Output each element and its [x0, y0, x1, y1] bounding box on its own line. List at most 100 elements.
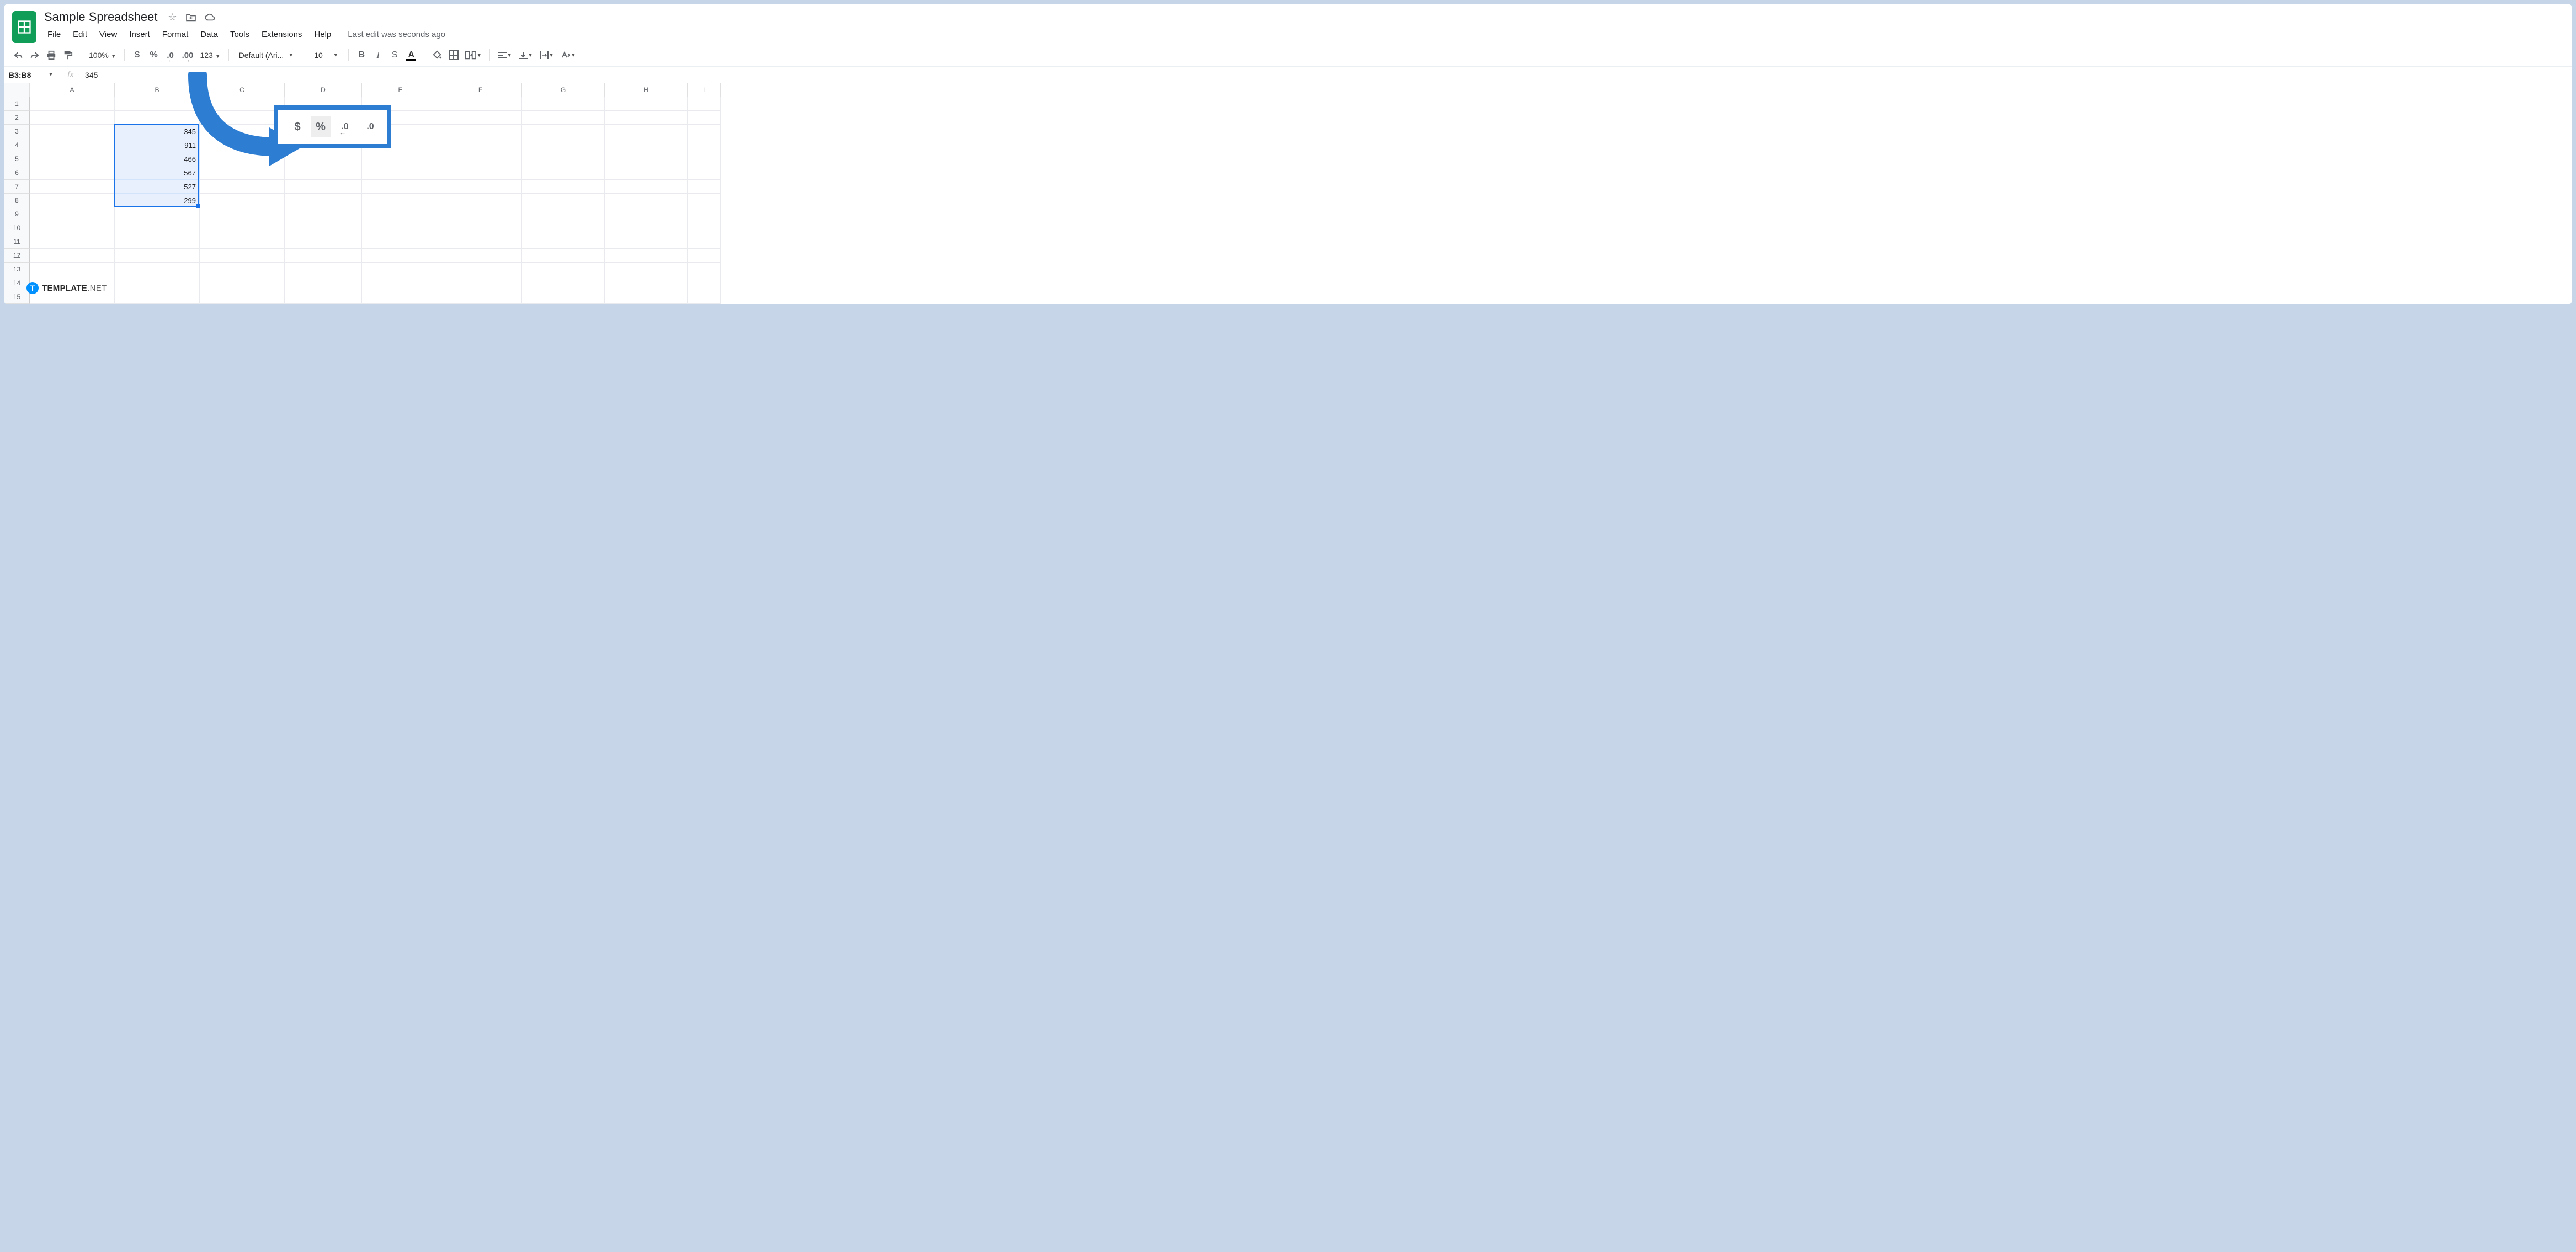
- cell-A6[interactable]: [30, 166, 115, 180]
- name-box[interactable]: B3:B8 ▼: [4, 67, 58, 83]
- cell-F13[interactable]: [439, 263, 522, 276]
- cell-E8[interactable]: [362, 194, 439, 207]
- cell-G5[interactable]: [522, 152, 605, 166]
- cell-D10[interactable]: [285, 221, 362, 235]
- column-header-I[interactable]: I: [688, 83, 721, 97]
- cell-F8[interactable]: [439, 194, 522, 207]
- cell-C9[interactable]: [200, 207, 285, 221]
- zoom-dropdown[interactable]: 100% ▼: [87, 51, 119, 60]
- column-header-H[interactable]: H: [605, 83, 688, 97]
- cell-H10[interactable]: [605, 221, 688, 235]
- row-header-4[interactable]: 4: [4, 138, 30, 152]
- cell-B9[interactable]: [115, 207, 200, 221]
- undo-button[interactable]: [11, 47, 25, 63]
- text-color-button[interactable]: A: [404, 47, 418, 63]
- cell-H2[interactable]: [605, 111, 688, 125]
- cell-H9[interactable]: [605, 207, 688, 221]
- cell-E9[interactable]: [362, 207, 439, 221]
- cell-H4[interactable]: [605, 138, 688, 152]
- cell-F14[interactable]: [439, 276, 522, 290]
- move-folder-icon[interactable]: [185, 11, 197, 23]
- cell-G10[interactable]: [522, 221, 605, 235]
- cell-E13[interactable]: [362, 263, 439, 276]
- cell-A5[interactable]: [30, 152, 115, 166]
- cell-H14[interactable]: [605, 276, 688, 290]
- cell-E12[interactable]: [362, 249, 439, 263]
- cell-F7[interactable]: [439, 180, 522, 194]
- star-icon[interactable]: ☆: [166, 11, 178, 23]
- menu-edit[interactable]: Edit: [67, 28, 93, 41]
- cell-C1[interactable]: [200, 97, 285, 111]
- cell-A8[interactable]: [30, 194, 115, 207]
- cell-A9[interactable]: [30, 207, 115, 221]
- menu-format[interactable]: Format: [157, 28, 194, 41]
- cell-H3[interactable]: [605, 125, 688, 138]
- strikethrough-button[interactable]: S: [387, 47, 402, 63]
- cell-I9[interactable]: [688, 207, 721, 221]
- select-all-corner[interactable]: [4, 83, 30, 97]
- row-header-11[interactable]: 11: [4, 235, 30, 249]
- last-edit-link[interactable]: Last edit was seconds ago: [348, 30, 445, 39]
- column-header-B[interactable]: B: [115, 83, 200, 97]
- cell-I8[interactable]: [688, 194, 721, 207]
- cell-I6[interactable]: [688, 166, 721, 180]
- row-header-10[interactable]: 10: [4, 221, 30, 235]
- cell-H11[interactable]: [605, 235, 688, 249]
- cell-A10[interactable]: [30, 221, 115, 235]
- percent-button[interactable]: %: [147, 47, 161, 63]
- menu-file[interactable]: File: [42, 28, 66, 41]
- cell-A13[interactable]: [30, 263, 115, 276]
- cell-A12[interactable]: [30, 249, 115, 263]
- cell-H13[interactable]: [605, 263, 688, 276]
- cell-D14[interactable]: [285, 276, 362, 290]
- menu-tools[interactable]: Tools: [225, 28, 255, 41]
- cell-C8[interactable]: [200, 194, 285, 207]
- cell-F11[interactable]: [439, 235, 522, 249]
- cell-C14[interactable]: [200, 276, 285, 290]
- cell-B7[interactable]: 527: [115, 180, 200, 194]
- cell-C11[interactable]: [200, 235, 285, 249]
- cell-G6[interactable]: [522, 166, 605, 180]
- cell-F1[interactable]: [439, 97, 522, 111]
- cell-D5[interactable]: [285, 152, 362, 166]
- row-header-2[interactable]: 2: [4, 111, 30, 125]
- cell-B5[interactable]: 466: [115, 152, 200, 166]
- cell-H7[interactable]: [605, 180, 688, 194]
- currency-button[interactable]: $: [130, 47, 145, 63]
- cell-G2[interactable]: [522, 111, 605, 125]
- cell-A3[interactable]: [30, 125, 115, 138]
- row-header-13[interactable]: 13: [4, 263, 30, 276]
- text-rotation-button[interactable]: ▼: [558, 47, 578, 63]
- cell-E5[interactable]: [362, 152, 439, 166]
- cell-C10[interactable]: [200, 221, 285, 235]
- cell-D15[interactable]: [285, 290, 362, 304]
- cell-A4[interactable]: [30, 138, 115, 152]
- cell-D11[interactable]: [285, 235, 362, 249]
- cell-G3[interactable]: [522, 125, 605, 138]
- cell-D9[interactable]: [285, 207, 362, 221]
- cell-F10[interactable]: [439, 221, 522, 235]
- cell-H1[interactable]: [605, 97, 688, 111]
- cell-B11[interactable]: [115, 235, 200, 249]
- row-header-5[interactable]: 5: [4, 152, 30, 166]
- cell-I14[interactable]: [688, 276, 721, 290]
- cell-G15[interactable]: [522, 290, 605, 304]
- cell-C2[interactable]: [200, 111, 285, 125]
- cell-F15[interactable]: [439, 290, 522, 304]
- cell-I13[interactable]: [688, 263, 721, 276]
- increase-decimal-button[interactable]: .00→: [180, 47, 196, 63]
- cell-C7[interactable]: [200, 180, 285, 194]
- cell-I1[interactable]: [688, 97, 721, 111]
- cell-C3[interactable]: [200, 125, 285, 138]
- cell-H8[interactable]: [605, 194, 688, 207]
- cell-D6[interactable]: [285, 166, 362, 180]
- cell-E14[interactable]: [362, 276, 439, 290]
- row-header-12[interactable]: 12: [4, 249, 30, 263]
- cell-H12[interactable]: [605, 249, 688, 263]
- cell-F4[interactable]: [439, 138, 522, 152]
- cell-C12[interactable]: [200, 249, 285, 263]
- menu-view[interactable]: View: [94, 28, 123, 41]
- cell-E11[interactable]: [362, 235, 439, 249]
- cell-G7[interactable]: [522, 180, 605, 194]
- paint-format-button[interactable]: [61, 47, 75, 63]
